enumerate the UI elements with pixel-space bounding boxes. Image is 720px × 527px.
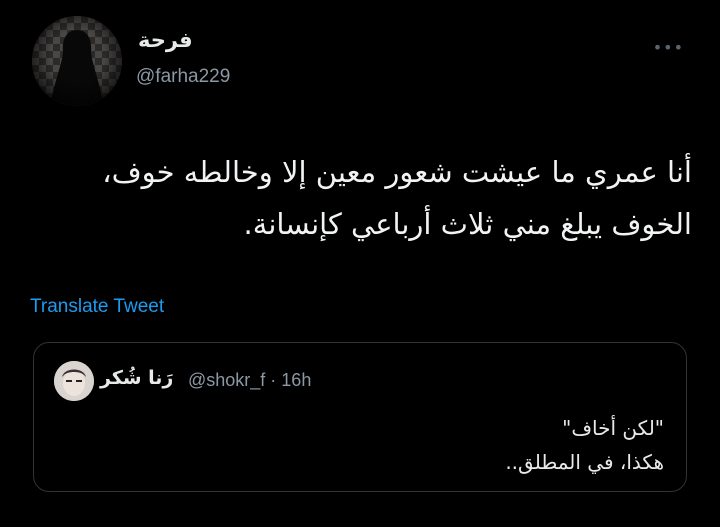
translate-tweet-link[interactable]: Translate Tweet	[30, 296, 164, 318]
more-horizontal-icon: •••	[652, 38, 684, 57]
quoted-author-handle-time: @shokr_f · 16h	[188, 370, 312, 390]
quoted-tweet-text: "لكن أخاف" هكذا، في المطلق..	[64, 411, 664, 479]
quoted-line: "لكن أخاف"	[562, 416, 664, 440]
author-display-name[interactable]: فرحة	[138, 28, 193, 52]
quoted-avatar-image	[54, 361, 94, 401]
more-options-button[interactable]: •••	[653, 38, 684, 57]
quoted-tweet-card[interactable]: رَنا شُكر @shokr_f · 16h "لكن أخاف" هكذا…	[33, 342, 687, 492]
quoted-author-avatar	[54, 361, 94, 401]
author-handle[interactable]: @farha229	[136, 66, 230, 88]
quoted-line: هكذا، في المطلق..	[505, 450, 664, 474]
tweet-text: أنا عمري ما عيشت شعور معين إلا وخالطه خو…	[102, 155, 692, 241]
author-avatar[interactable]	[32, 16, 122, 106]
quoted-author-display-name: رَنا شُكر	[100, 367, 174, 389]
avatar-image	[32, 16, 122, 106]
